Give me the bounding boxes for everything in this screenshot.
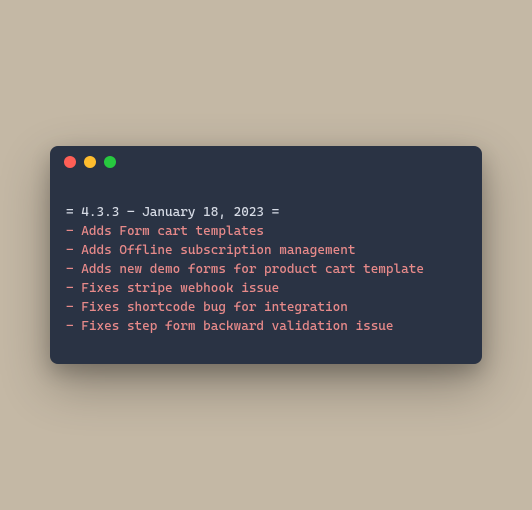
changelog-entry: - Fixes shortcode bug for integration (66, 300, 348, 315)
code-block: = 4.3.3 – January 18, 2023 = - Adds Form… (50, 178, 482, 365)
titlebar (50, 146, 482, 178)
changelog-entry: - Fixes stripe webhook issue (66, 281, 279, 296)
terminal-window: = 4.3.3 – January 18, 2023 = - Adds Form… (50, 146, 482, 365)
close-icon[interactable] (64, 156, 76, 168)
minimize-icon[interactable] (84, 156, 96, 168)
changelog-entry: - Adds Form cart templates (66, 224, 264, 239)
changelog-heading: = 4.3.3 – January 18, 2023 = (66, 205, 279, 220)
changelog-entry: - Adds Offline subscription management (66, 243, 355, 258)
zoom-icon[interactable] (104, 156, 116, 168)
changelog-entry: - Fixes step form backward validation is… (66, 319, 394, 334)
changelog-entry: - Adds new demo forms for product cart t… (66, 262, 424, 277)
